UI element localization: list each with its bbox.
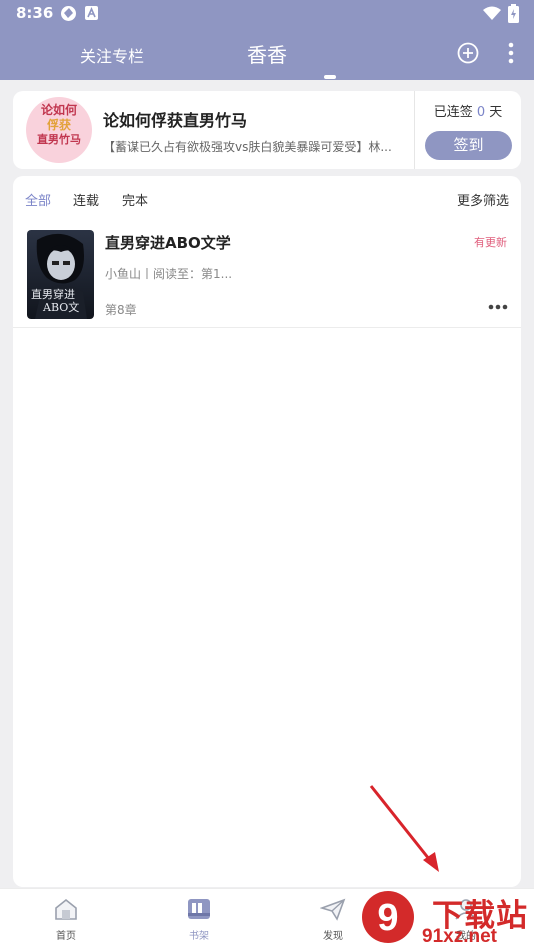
book-cover-line: 直男穿进 xyxy=(31,288,75,301)
cover-text-line: 论如何 xyxy=(40,103,77,117)
filter-serializing[interactable]: 连载 xyxy=(73,190,99,209)
signin-streak: 已连签 0 天 xyxy=(415,101,521,120)
watermark-url: 91xz.net xyxy=(422,926,497,947)
wifi-icon xyxy=(483,6,501,20)
nav-label: 首页 xyxy=(56,931,76,942)
nav-bookshelf[interactable]: 书架 xyxy=(159,897,239,942)
bookshelf-icon xyxy=(188,899,210,919)
book-title[interactable]: 直男穿进ABO文学 xyxy=(105,232,231,253)
cover-text-line: 俘获 xyxy=(46,118,71,132)
app-badge-icon xyxy=(61,6,76,21)
status-time: 8:36 xyxy=(16,4,54,22)
watermark-logo-icon: 9 xyxy=(362,891,414,943)
nav-home[interactable]: 首页 xyxy=(26,897,106,942)
streak-prefix: 已连签 xyxy=(433,105,473,120)
nav-label: 书架 xyxy=(189,931,209,942)
notification-a-icon xyxy=(85,6,98,20)
book-latest-chapter: 第8章 xyxy=(105,303,137,317)
recommended-book-title[interactable]: 论如何俘获直男竹马 xyxy=(103,107,247,131)
site-watermark: 9 下载站 91xz.net xyxy=(360,886,534,950)
book-cover[interactable]: 直男穿进 ABO文 xyxy=(27,230,94,319)
filter-bar: 全部 连载 完本 更多筛选 xyxy=(13,190,521,209)
streak-count: 0 xyxy=(476,105,486,120)
more-vertical-icon[interactable] xyxy=(508,42,514,64)
signin-button[interactable]: 签到 xyxy=(425,131,512,160)
tab-indicator xyxy=(324,75,336,79)
signin-card: 论如何 俘获 直男竹马 论如何俘获直男竹马 【蓄谋已久占有欲极强攻vs肤白貌美暴… xyxy=(13,91,521,169)
status-bar: 8:36 xyxy=(0,0,534,27)
paper-plane-icon xyxy=(319,898,346,921)
add-icon[interactable] xyxy=(457,42,479,64)
top-header: 关注专栏 香香 xyxy=(0,27,534,80)
cover-text-line: 直男竹马 xyxy=(37,133,81,146)
recommended-book-description[interactable]: 【蓄谋已久占有欲极强攻vs肤白貌美暴躁可爱受】林... xyxy=(103,138,403,155)
book-meta: 小鱼山丨阅读至：第1... xyxy=(105,267,233,281)
red-arrow-annotation xyxy=(369,785,439,872)
filter-all[interactable]: 全部 xyxy=(25,190,51,209)
more-horizontal-icon[interactable] xyxy=(488,304,508,310)
tab-xiangxiang[interactable]: 香香 xyxy=(0,39,534,68)
book-cover-line: ABO文 xyxy=(43,301,80,314)
divider xyxy=(13,327,521,328)
battery-icon xyxy=(508,4,519,23)
update-badge: 有更新 xyxy=(474,236,507,249)
streak-suffix: 天 xyxy=(489,105,503,120)
home-icon xyxy=(55,898,77,920)
recommended-book-cover[interactable]: 论如何 俘获 直男竹马 xyxy=(26,97,92,163)
filter-completed[interactable]: 完本 xyxy=(122,190,148,209)
more-filters-button[interactable]: 更多筛选 xyxy=(457,190,509,209)
watermark-logo-text: 9 xyxy=(377,897,398,939)
book-cover-text: 直男穿进 ABO文 xyxy=(31,288,79,314)
